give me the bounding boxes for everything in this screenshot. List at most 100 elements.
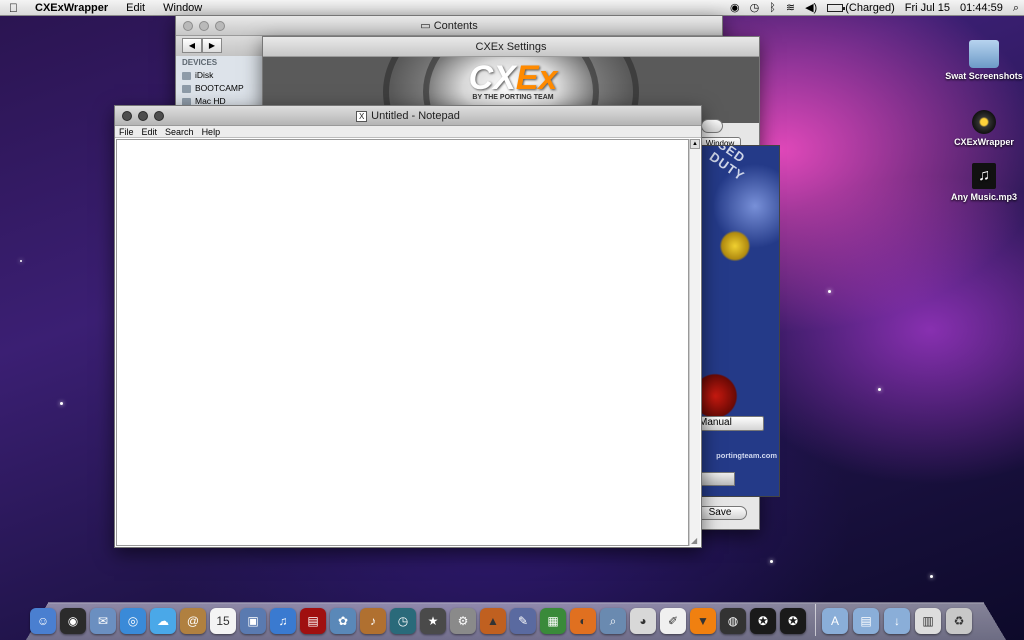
back-button[interactable]: ◀	[182, 38, 202, 53]
dock-documents-folder-icon[interactable]: ▤	[853, 608, 879, 634]
battery-icon	[827, 4, 846, 13]
desktop-icon-label: CXExWrapper	[954, 137, 1014, 147]
menu-app-name[interactable]: CXExWrapper	[26, 0, 117, 16]
music-file-icon: ♫	[972, 163, 996, 189]
status-area: ◉ ◷ ᛒ ≋ ◀) (Charged) Fri Jul 15 01:44:59…	[725, 0, 1024, 16]
logo-cx: CX	[468, 59, 516, 97]
logo-byline: BY THE PORTING TEAM	[472, 94, 554, 101]
dock-photobooth-icon[interactable]: ▤	[300, 608, 326, 634]
finder-titlebar[interactable]: ▭ Contents	[176, 16, 722, 36]
star	[20, 260, 22, 262]
star	[828, 290, 831, 293]
dock-firefox-icon[interactable]: ◐	[570, 608, 596, 634]
dock: ☺ ◉ ✉ ◎ ☁ @15 ▣ ♫ ▤ ✿ ♪ ◷ ★ ⚙ ▲ ✎ ▦ ◐ ⌕ ◕ ✐ ▼ ◍ ✪ ✪	[30, 600, 806, 634]
cxex-titlebar[interactable]: CXEx Settings	[263, 37, 759, 57]
clock-date[interactable]: Fri Jul 15	[900, 0, 955, 16]
notepad-title: Untitled - Notepad	[371, 110, 460, 122]
apple-menu-icon[interactable]: 	[0, 0, 26, 16]
dock-mail-icon[interactable]: ✉	[90, 608, 116, 634]
dock-downloads-folder-icon[interactable]: ↓	[884, 608, 910, 634]
dock-address-book-icon[interactable]: @	[180, 608, 206, 634]
folder-icon	[969, 40, 999, 68]
star	[930, 575, 933, 578]
forward-button[interactable]: ▶	[202, 38, 222, 53]
dock-swat-1-icon[interactable]: ✪	[750, 608, 776, 634]
notepad-window: X Untitled - Notepad File Edit Search Hel…	[114, 105, 702, 548]
dock-dashboard-icon[interactable]: ◉	[60, 608, 86, 634]
dock-preview-icon[interactable]: ▣	[240, 608, 266, 634]
star	[770, 560, 773, 563]
x11-icon: X	[356, 110, 368, 122]
sidebar-item-label: BOOTCAMP	[195, 83, 244, 93]
dock-pages-icon[interactable]: ✎	[510, 608, 536, 634]
menu-edit[interactable]: Edit	[138, 126, 162, 137]
dock-textedit-icon[interactable]: ✐	[660, 608, 686, 634]
star	[60, 402, 63, 405]
dock-time-machine-icon[interactable]: ◷	[390, 608, 416, 634]
art-button[interactable]	[699, 472, 735, 486]
menu-file[interactable]: File	[115, 126, 138, 137]
dock-itunes-icon[interactable]: ♫	[270, 608, 296, 634]
logo-ex: Ex	[515, 59, 558, 97]
resize-grip-icon[interactable]: ◢	[691, 537, 699, 545]
porting-team-url[interactable]: portingteam.com	[695, 451, 779, 460]
spotlight-icon[interactable]: ⌕	[1008, 0, 1024, 16]
dropbox-icon[interactable]: ◉	[725, 0, 745, 16]
wifi-icon[interactable]: ≋	[781, 0, 800, 16]
dock-applications-folder-icon[interactable]: A	[822, 608, 848, 634]
desktop-icon-label: Any Music.mp3	[950, 192, 1017, 202]
desktop-icon-swat-screenshots[interactable]: Swat Screenshots	[944, 40, 1024, 81]
finder-title: Contents	[433, 20, 478, 32]
dock-imovie-icon[interactable]: ★	[420, 608, 446, 634]
game-art-panel: SED DUTY portingteam.com	[694, 145, 780, 497]
cxex-toggle[interactable]	[701, 119, 723, 133]
desktop-icon-cxexwrapper[interactable]: CXExWrapper	[944, 110, 1024, 147]
sidebar-item-bootcamp[interactable]: BOOTCAMP	[182, 82, 257, 95]
sidebar-item-label: iDisk	[195, 70, 214, 80]
dock-numbers-icon[interactable]: ▦	[540, 608, 566, 634]
swat-app-icon	[972, 110, 996, 134]
dock-iphoto-icon[interactable]: ✿	[330, 608, 356, 634]
dock-swat-2-icon[interactable]: ✪	[780, 608, 806, 634]
dock-stack-icon[interactable]: ▥	[915, 608, 941, 634]
clock-time[interactable]: 01:44:59	[955, 0, 1008, 16]
menu-bar:  CXExWrapper Edit Window ◉ ◷ ᛒ ≋ ◀) (Ch…	[0, 0, 1024, 16]
devices-header: DEVICES	[182, 58, 218, 67]
dock-separator	[815, 604, 816, 636]
dock-chrome-icon[interactable]: ◕	[630, 608, 656, 634]
desktop-icon-any-music[interactable]: ♫ Any Music.mp3	[944, 163, 1024, 202]
volume-icon[interactable]: ◀)	[800, 0, 822, 16]
menu-search[interactable]: Search	[161, 126, 198, 137]
dock-ichat-icon[interactable]: ☁	[150, 608, 176, 634]
drive-icon	[182, 84, 191, 93]
notepad-titlebar[interactable]: X Untitled - Notepad	[115, 106, 701, 126]
manual-button[interactable]: Manual	[694, 416, 764, 431]
dock-keynote-icon[interactable]: ▲	[480, 608, 506, 634]
idisk-icon	[182, 71, 191, 80]
bluetooth-icon[interactable]: ᛒ	[764, 0, 781, 16]
dock-system-preferences-icon[interactable]: ⚙	[450, 608, 476, 634]
dock-ical-icon[interactable]: 15	[210, 608, 236, 634]
menu-window[interactable]: Window	[154, 0, 211, 16]
dock-right: A ▤ ↓ ▥ ♻	[822, 604, 972, 634]
sidebar-item-idisk[interactable]: iDisk	[182, 69, 257, 82]
art-text: SED DUTY	[706, 145, 749, 184]
dock-vlc-icon[interactable]: ▼	[690, 608, 716, 634]
scroll-up-icon[interactable]: ▲	[690, 139, 700, 149]
dock-trash-icon[interactable]: ♻	[946, 608, 972, 634]
desktop-icon-label: Swat Screenshots	[945, 71, 1023, 81]
vertical-scrollbar[interactable]: ▲	[689, 139, 700, 546]
battery-status[interactable]: (Charged)	[822, 0, 900, 16]
time-machine-icon[interactable]: ◷	[745, 0, 765, 16]
menu-edit[interactable]: Edit	[117, 0, 154, 16]
dock-activity-monitor-icon[interactable]: ◍	[720, 608, 746, 634]
dock-spotlight-icon[interactable]: ⌕	[600, 608, 626, 634]
dock-finder-icon[interactable]: ☺	[30, 608, 56, 634]
folder-icon: ▭	[420, 20, 434, 32]
dock-safari-icon[interactable]: ◎	[120, 608, 146, 634]
battery-text: (Charged)	[845, 2, 895, 14]
cxex-title: CXEx Settings	[475, 41, 547, 53]
menu-help[interactable]: Help	[198, 126, 225, 137]
notepad-text-area[interactable]	[116, 139, 689, 546]
dock-garageband-icon[interactable]: ♪	[360, 608, 386, 634]
